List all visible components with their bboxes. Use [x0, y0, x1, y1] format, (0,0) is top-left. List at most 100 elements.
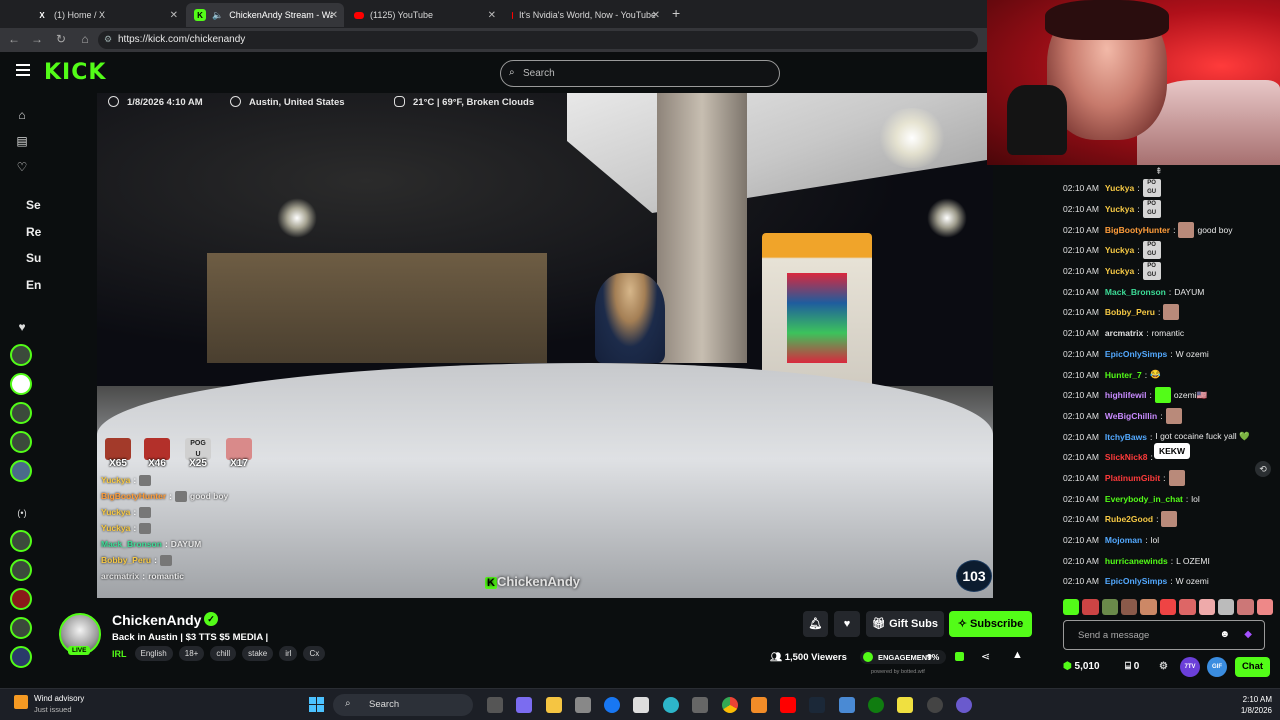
emote-button[interactable] [1101, 599, 1119, 615]
follow-button[interactable]: ♥ [834, 611, 860, 637]
sidebar-channel-avatar[interactable] [10, 373, 32, 395]
emote-button[interactable] [1159, 599, 1177, 615]
system-clock[interactable]: 2:10 AM 1/8/2026 [1222, 694, 1272, 716]
address-bar[interactable]: ⚙ https://kick.com/chickenandy [98, 31, 978, 49]
7tv-button[interactable]: 7TV [1180, 657, 1200, 677]
sidebar-channel-avatar[interactable] [10, 431, 32, 453]
chat-message[interactable]: 02:10 AM Everybody_in_chat: lol [1063, 488, 1278, 509]
copilot-icon[interactable] [516, 697, 532, 713]
vlc-icon[interactable] [751, 697, 767, 713]
kick-gem-icon[interactable]: ◆ [1244, 629, 1252, 640]
tag-chip[interactable]: 18+ [178, 646, 205, 661]
taskbar-search[interactable]: ⌕ Search [333, 694, 473, 716]
gift-count[interactable]: ⌸ 0 [1125, 661, 1139, 672]
chat-message[interactable]: 02:10 AM hurricanewinds: L OZEMI [1063, 550, 1278, 571]
chat-message[interactable]: 02:10 AM BigBootyHunter: good boy [1063, 219, 1278, 240]
share-icon[interactable]: ⋖ [981, 650, 990, 663]
emote-button[interactable] [1179, 599, 1196, 615]
following-heart-icon[interactable]: ♡ [14, 160, 30, 176]
clip-icon[interactable] [955, 652, 964, 661]
sidebar-label[interactable]: Re [26, 225, 41, 239]
tab-x-home[interactable]: X (1) Home / X ✕ [28, 3, 184, 27]
channel-points[interactable]: ⬢ 5,010 [1063, 661, 1100, 672]
report-icon[interactable]: ▲ [1012, 649, 1023, 661]
store-icon[interactable] [575, 697, 591, 713]
chat-message[interactable]: 02:10 AM Bobby_Peru: [1063, 302, 1278, 323]
amazon-icon[interactable] [633, 697, 649, 713]
search-input[interactable]: ⌕ Search [500, 60, 780, 87]
calculator-icon[interactable] [692, 697, 708, 713]
close-icon[interactable]: ✕ [330, 10, 338, 21]
sidebar-channel-avatar[interactable] [10, 646, 32, 668]
facebook-icon[interactable] [604, 697, 620, 713]
sidebar-channel-avatar[interactable] [10, 617, 32, 639]
chat-username[interactable]: Hunter_7 [1105, 370, 1142, 380]
chat-username[interactable]: BigBootyHunter [1105, 225, 1170, 235]
sidebar-label[interactable]: Su [26, 251, 41, 265]
chat-send-button[interactable]: Chat [1235, 657, 1270, 677]
chat-username[interactable]: Bobby_Peru [1105, 307, 1155, 317]
site-info-icon[interactable]: ⚙ [104, 34, 112, 45]
sidebar-channel-avatar[interactable] [10, 559, 32, 581]
chat-message[interactable]: 02:10 AM Yuckya: PO GU [1063, 261, 1278, 282]
sidebar-channel-avatar[interactable] [10, 344, 32, 366]
chat-username[interactable]: ItchyBaws [1105, 432, 1147, 442]
chat-username[interactable]: PlatinumGibit [1105, 473, 1160, 483]
chat-username[interactable]: highlifewil [1105, 390, 1147, 400]
github-icon[interactable] [927, 697, 943, 713]
chat-username[interactable]: Yuckya [1105, 183, 1134, 193]
new-tab-button[interactable]: + [672, 5, 680, 21]
menu-icon[interactable] [16, 64, 30, 76]
chat-username[interactable]: WeBigChillin [1105, 411, 1157, 421]
chat-username[interactable]: Mojoman [1105, 535, 1142, 545]
sidebar-label[interactable]: En [26, 278, 41, 292]
emote-button[interactable] [1217, 599, 1235, 615]
chat-message[interactable]: 02:10 AM WeBigChillin: [1063, 406, 1278, 427]
category-link[interactable]: IRL [112, 649, 127, 659]
sidebar-channel-avatar[interactable] [10, 530, 32, 552]
chat-username[interactable]: hurricanewinds [1105, 556, 1168, 566]
chat-message[interactable]: 02:10 AM Yuckya: PO GU [1063, 199, 1278, 220]
gif-button[interactable]: GIF [1207, 657, 1227, 677]
chat-message[interactable]: 02:10 AM EpicOnlySimps: W ozemi [1063, 571, 1278, 592]
forward-icon[interactable]: → [29, 32, 45, 46]
chat-message-input[interactable]: Send a message ☻ ◆ [1063, 620, 1265, 650]
chat-pause-icon[interactable]: ⟲ [1255, 461, 1271, 477]
sidebar-channel-avatar[interactable] [10, 588, 32, 610]
notification-bell-button[interactable]: 🔔︎ [803, 611, 828, 637]
app-icon[interactable] [839, 697, 855, 713]
tag-chip[interactable]: English [134, 646, 173, 661]
chat-message[interactable]: 02:10 AM Rube2Good: [1063, 509, 1278, 530]
chat-collapse-icon[interactable]: ⇞ [1155, 166, 1163, 177]
subscribe-button[interactable]: ✧ Subscribe [949, 611, 1032, 637]
task-view-icon[interactable] [487, 697, 503, 713]
chat-message[interactable]: 02:10 AM highlifewil: ozemi🇺🇸 [1063, 385, 1278, 406]
chat-username[interactable]: Everybody_in_chat [1105, 494, 1183, 504]
kick-logo[interactable]: KICK [44, 60, 106, 85]
emote-button[interactable] [1140, 599, 1157, 615]
chat-message[interactable]: 02:10 AM Hunter_7: 😂 [1063, 364, 1278, 385]
chat-message[interactable]: 02:10 AM PlatinumGibit: [1063, 468, 1278, 489]
chat-username[interactable]: Yuckya [1105, 266, 1134, 276]
chat-username[interactable]: Rube2Good [1105, 514, 1153, 524]
tag-chip[interactable]: chill [210, 646, 237, 661]
tag-chip[interactable]: Cx [303, 646, 326, 661]
home-icon[interactable]: ⌂ [77, 32, 93, 46]
gift-subs-button[interactable]: 🎁︎ Gift Subs [866, 611, 944, 637]
emote-button[interactable] [1121, 599, 1138, 615]
sidebar-label[interactable]: Se [26, 198, 41, 212]
chat-username[interactable]: EpicOnlySimps [1105, 576, 1167, 586]
tag-chip[interactable]: irl [279, 646, 298, 661]
chat-username[interactable]: SlickNick8 [1105, 452, 1148, 462]
chat-username[interactable]: Mack_Bronson [1105, 287, 1166, 297]
close-icon[interactable]: ✕ [488, 10, 496, 21]
notes-icon[interactable] [897, 697, 913, 713]
chat-username[interactable]: Yuckya [1105, 245, 1134, 255]
sidebar-channel-avatar[interactable] [10, 460, 32, 482]
home-icon[interactable]: ⌂ [14, 108, 30, 124]
edge-icon[interactable] [663, 697, 679, 713]
youtube-icon[interactable] [780, 697, 796, 713]
chat-username[interactable]: arcmatrix [1105, 328, 1143, 338]
back-icon[interactable]: ← [6, 32, 22, 46]
tab-youtube-nvidia[interactable]: It's Nvidia's World, Now - YouTube ✕ [504, 3, 664, 27]
